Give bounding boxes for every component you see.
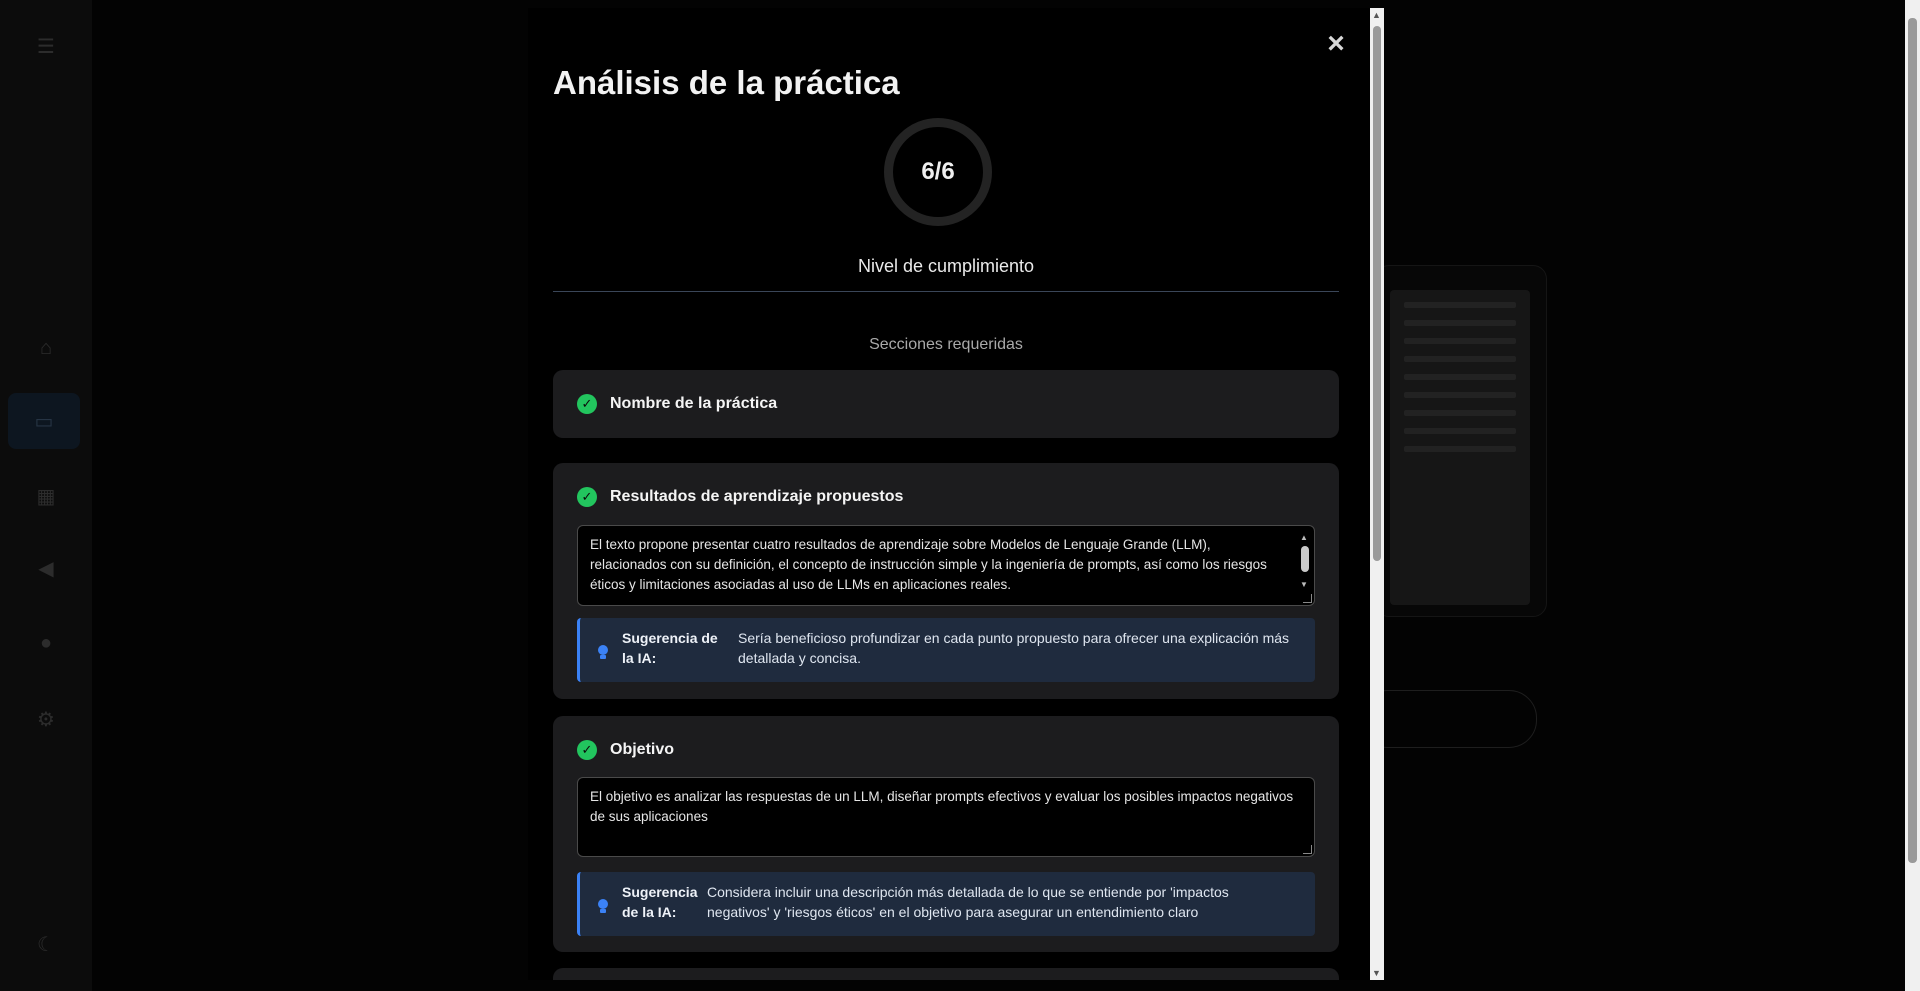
- score-value: 6/6: [921, 158, 955, 185]
- monitor-icon[interactable]: ▭: [8, 393, 80, 449]
- check-circle-icon: ✓: [577, 394, 597, 414]
- background-document-thumbnail: [1390, 290, 1530, 605]
- section-title: Nombre de la práctica: [610, 395, 778, 412]
- suggestion-label: Sugerencia de la IA:: [622, 884, 698, 920]
- score-ring: 6/6: [884, 118, 992, 226]
- check-circle-icon: ✓: [577, 740, 597, 760]
- analysis-modal: × Análisis de la práctica 6/6 Nivel de c…: [528, 8, 1384, 980]
- section-content: El texto propone presentar cuatro result…: [590, 537, 1267, 592]
- suggestion-text: Sería beneficioso profundizar en cada pu…: [738, 630, 1290, 666]
- section-title: Objetivo: [610, 741, 675, 758]
- home-icon[interactable]: ⌂: [30, 332, 62, 364]
- section-content: El objetivo es analizar las respuestas d…: [590, 789, 1294, 824]
- section-card-objetivo: ✓ Objetivo El objetivo es analizar las r…: [553, 716, 1339, 952]
- settings-icon[interactable]: ⚙: [30, 703, 62, 735]
- resize-handle-icon[interactable]: [1303, 845, 1312, 854]
- ai-suggestion: Sugerencia de la IA: Sería beneficioso pr…: [577, 618, 1315, 682]
- section-content-textarea[interactable]: El texto propone presentar cuatro result…: [577, 525, 1315, 606]
- section-content-textarea[interactable]: El objetivo es analizar las respuestas d…: [577, 777, 1315, 857]
- suggestion-label: Sugerencia de la IA:: [622, 630, 718, 666]
- resize-handle-icon[interactable]: [1303, 594, 1312, 603]
- ai-suggestion: Sugerencia de la IA: Considera incluir un…: [577, 872, 1315, 936]
- moon-icon[interactable]: ☾: [30, 928, 62, 960]
- section-header: ✓ Resultados de aprendizaje propuestos: [577, 487, 903, 507]
- background-action-button: [1360, 690, 1537, 748]
- scroll-down-icon[interactable]: ▼: [1372, 968, 1381, 978]
- check-circle-icon: ✓: [577, 487, 597, 507]
- section-title: Resultados de aprendizaje propuestos: [610, 488, 904, 505]
- section-card-resultados: ✓ Resultados de aprendizaje propuestos E…: [553, 463, 1339, 699]
- lightbulb-icon: [596, 641, 610, 659]
- lightbulb-icon: [596, 895, 610, 913]
- chat-icon[interactable]: ●: [30, 627, 62, 659]
- textarea-scrollbar[interactable]: ▲ ▼: [1298, 528, 1312, 595]
- close-icon[interactable]: ×: [1320, 27, 1352, 60]
- section-card-nombre: ✓ Nombre de la práctica: [553, 370, 1339, 438]
- sections-heading: Secciones requeridas: [869, 336, 1023, 353]
- divider: [553, 291, 1339, 292]
- sidebar: ☰ ⌂ ▭ ▦ ◀ ● ⚙ ☾: [0, 0, 92, 991]
- scroll-thumb[interactable]: [1373, 26, 1381, 561]
- section-header: ✓ Objetivo: [577, 740, 674, 760]
- section-card-next: [553, 968, 1339, 980]
- menu-icon[interactable]: ☰: [30, 30, 62, 62]
- scroll-up-icon[interactable]: ▲: [1300, 528, 1308, 548]
- calendar-icon[interactable]: ▦: [30, 480, 62, 512]
- scroll-thumb[interactable]: [1301, 546, 1309, 572]
- modal-title: Análisis de la práctica: [553, 64, 900, 101]
- modal-scrollbar[interactable]: ▲ ▼: [1370, 8, 1384, 980]
- score-label: Nivel de cumplimiento: [857, 256, 1035, 276]
- scroll-down-icon[interactable]: ▼: [1300, 575, 1308, 595]
- scroll-up-icon[interactable]: ▲: [1372, 10, 1381, 20]
- scroll-thumb[interactable]: [1908, 18, 1917, 863]
- section-header: ✓ Nombre de la práctica: [577, 394, 777, 414]
- suggestion-text: Considera incluir una descripción más de…: [707, 884, 1229, 920]
- window-scrollbar[interactable]: [1905, 0, 1920, 991]
- megaphone-icon[interactable]: ◀: [30, 552, 62, 584]
